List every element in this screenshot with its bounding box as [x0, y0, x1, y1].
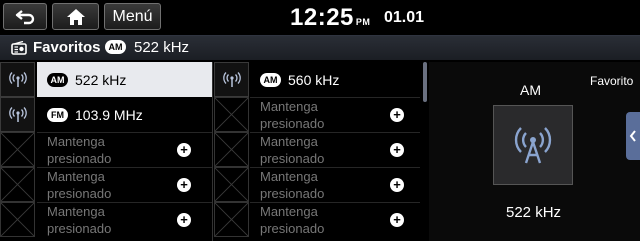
home-button[interactable]: [52, 3, 99, 30]
row-divider: [250, 132, 420, 133]
back-icon: [15, 9, 35, 24]
back-button[interactable]: [3, 3, 47, 30]
add-icon[interactable]: +: [390, 213, 404, 227]
empty-preset[interactable]: Mantenga presionado +: [37, 203, 212, 238]
now-playing-band: AM: [520, 82, 541, 98]
band-badge: FM: [47, 107, 68, 122]
row-divider: [37, 132, 212, 133]
antenna-icon: [514, 127, 552, 164]
current-frequency: 522 kHz: [134, 39, 190, 56]
date: 01.01: [384, 9, 425, 26]
radio-icon: [11, 41, 27, 55]
add-icon[interactable]: +: [390, 143, 404, 157]
empty-slot-icon: [0, 167, 35, 202]
preset-item[interactable]: AM 522 kHz: [37, 62, 212, 97]
empty-preset[interactable]: Mantenga presionado +: [250, 133, 420, 168]
empty-preset[interactable]: Mantenga presionado +: [250, 168, 420, 203]
empty-slot-icon: [0, 132, 35, 167]
preset-frequency: 560 kHz: [288, 71, 340, 88]
preset-frequency: 522 kHz: [75, 71, 127, 88]
add-icon[interactable]: +: [177, 178, 191, 192]
home-icon: [66, 8, 85, 25]
add-icon[interactable]: +: [390, 108, 404, 122]
add-icon[interactable]: +: [177, 213, 191, 227]
clock-time: 12:25: [290, 4, 354, 31]
antenna-icon-cell: [0, 62, 35, 97]
preset-frequency: 103.9 MHz: [75, 106, 143, 123]
scrollbar[interactable]: [423, 62, 427, 102]
page-title: Favoritos: [33, 39, 101, 56]
empty-preset[interactable]: Mantenga presionado +: [250, 203, 420, 238]
empty-preset[interactable]: Mantenga presionado +: [250, 98, 420, 133]
add-icon[interactable]: +: [177, 143, 191, 157]
band-badge: AM: [105, 40, 126, 54]
menu-button[interactable]: Menú: [104, 3, 161, 30]
band-badge: AM: [260, 72, 281, 87]
empty-slot-icon: [214, 167, 249, 202]
row-divider: [37, 167, 212, 168]
preset-item[interactable]: FM 103.9 MHz: [37, 97, 212, 132]
side-panel-toggle[interactable]: [626, 112, 640, 160]
row-divider: [37, 202, 212, 203]
antenna-icon: [222, 71, 241, 87]
empty-slot-icon: [214, 132, 249, 167]
top-bar: Menú 12:25 PM 01.01: [0, 0, 640, 34]
antenna-icon-cell: [0, 97, 35, 132]
now-playing-frequency: 522 kHz: [506, 204, 562, 221]
antenna-icon: [8, 106, 27, 122]
empty-slot-icon: [0, 202, 35, 237]
antenna-icon-cell: [214, 62, 249, 97]
clock-ampm: PM: [355, 17, 371, 27]
favorite-label: Favorito: [590, 74, 634, 88]
station-logo: [493, 105, 573, 185]
clock: 12:25 PM: [290, 4, 370, 32]
title-bar: Favoritos AM 522 kHz: [0, 35, 640, 60]
chevron-left-icon: [629, 130, 636, 142]
row-divider: [250, 202, 420, 203]
column-divider: [212, 62, 213, 241]
row-divider: [250, 167, 420, 168]
empty-slot-icon: [214, 97, 249, 132]
preset-item[interactable]: AM 560 kHz: [250, 62, 420, 97]
empty-preset[interactable]: Mantenga presionado +: [37, 168, 212, 203]
add-icon[interactable]: +: [390, 178, 404, 192]
empty-slot-icon: [214, 202, 249, 237]
band-badge: AM: [47, 72, 68, 87]
empty-preset[interactable]: Mantenga presionado +: [37, 133, 212, 168]
row-divider: [250, 97, 420, 98]
antenna-icon: [8, 71, 27, 87]
